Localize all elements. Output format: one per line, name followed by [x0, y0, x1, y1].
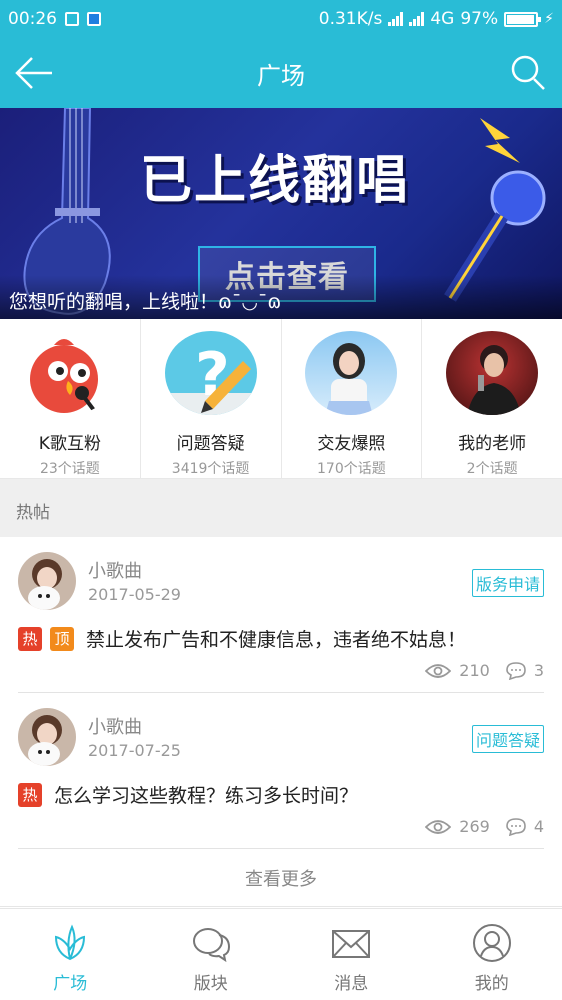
- hot-badge: 热: [18, 782, 42, 807]
- post-title: 禁止发布广告和不健康信息，违者绝不姑息！: [86, 629, 467, 651]
- tab-profile[interactable]: 我的: [422, 909, 562, 1000]
- post-title-line: 热 顶 禁止发布广告和不健康信息，违者绝不姑息！: [18, 625, 466, 652]
- category-name: K歌互粉: [38, 434, 101, 454]
- parrot-icon: [24, 331, 116, 415]
- tab-label: 广场: [53, 974, 88, 994]
- eye-icon: [425, 663, 452, 678]
- tab-boards[interactable]: 版块: [141, 909, 282, 1000]
- search-icon[interactable]: [510, 54, 546, 92]
- comment-icon: [506, 817, 526, 836]
- category-name: 问题答疑: [176, 434, 245, 454]
- post-title-line: 热 怎么学习这些教程？练习多长时间？: [18, 781, 358, 808]
- category-name: 交友爆照: [317, 434, 386, 454]
- category-count: 170个话题: [317, 461, 386, 477]
- eye-icon: [425, 819, 452, 834]
- screenshot-icon: [65, 12, 79, 26]
- post-stats: 269 4: [425, 817, 544, 836]
- category-name: 我的老师: [458, 434, 527, 454]
- status-bar: 00:26 0.31K/s 4G 97% ⚡: [0, 0, 562, 38]
- network-speed: 0.31K/s: [318, 9, 383, 29]
- battery-saver-icon: [87, 12, 101, 26]
- post-card[interactable]: 小歌曲 2017-05-29 版务申请 热 顶 禁止发布广告和不健康信息，违者绝…: [0, 537, 562, 693]
- banner-caption: 您想听的翻唱，上线啦！ɷ¯◡¯ɷ: [0, 275, 562, 319]
- tab-label: 版块: [193, 974, 228, 994]
- tab-label: 消息: [334, 974, 369, 994]
- post-tag[interactable]: 问题答疑: [471, 725, 544, 753]
- tab-label: 我的: [474, 974, 509, 994]
- comment-count: 3: [533, 661, 544, 680]
- status-time: 00:26: [8, 9, 57, 29]
- avatar[interactable]: [18, 708, 76, 766]
- cell-signal-icon: [409, 12, 425, 26]
- photo-thumbnail: [446, 331, 539, 415]
- network-type: 4G: [430, 9, 455, 29]
- page-title: 广场: [257, 61, 305, 90]
- charging-icon: ⚡: [544, 11, 554, 27]
- photo-thumbnail: [305, 331, 398, 415]
- post-stats: 210 3: [425, 661, 544, 680]
- app-bar: 广场: [0, 38, 562, 108]
- hot-posts-header: 热帖: [0, 479, 562, 537]
- promo-banner[interactable]: 已上线翻唱 点击查看 您想听的翻唱，上线啦！ɷ¯◡¯ɷ: [0, 108, 562, 319]
- tab-square[interactable]: 广场: [0, 909, 141, 1000]
- post-date: 2017-05-29: [88, 585, 181, 604]
- comment-count: 4: [533, 817, 544, 836]
- hot-badge: 热: [18, 626, 42, 651]
- banner-headline: 已上线翻唱: [140, 151, 411, 211]
- post-author: 小歌曲: [88, 561, 142, 582]
- post-date: 2017-07-25: [88, 741, 181, 760]
- see-more-button[interactable]: 查看更多: [0, 849, 562, 907]
- battery-icon: [504, 11, 542, 27]
- post-card[interactable]: 小歌曲 2017-07-25 问题答疑 热 怎么学习这些教程？练习多长时间？ 2…: [0, 693, 562, 849]
- arrow-left-icon[interactable]: [14, 54, 54, 92]
- category-grid: K歌互粉 23个话题 ? 问题答疑 3419个话题 交友爆照 170个话题 我的…: [0, 319, 562, 479]
- pinned-badge: 顶: [50, 626, 74, 651]
- comment-icon: [506, 661, 526, 680]
- category-qa[interactable]: ? 问题答疑 3419个话题: [141, 319, 282, 478]
- bottom-tab-bar: 广场 版块 消息 我的: [0, 908, 562, 1000]
- question-icon: ?: [164, 331, 257, 415]
- view-count: 269: [459, 817, 490, 836]
- category-k-song[interactable]: K歌互粉 23个话题: [0, 319, 141, 478]
- envelope-icon: [332, 930, 371, 958]
- view-count: 210: [459, 661, 490, 680]
- category-teacher[interactable]: 我的老师 2个话题: [422, 319, 562, 478]
- user-icon: [472, 924, 511, 962]
- battery-percent: 97%: [460, 9, 499, 29]
- wifi-signal-icon: [388, 12, 404, 26]
- post-author: 小歌曲: [88, 717, 142, 738]
- avatar[interactable]: [18, 552, 76, 610]
- tab-messages[interactable]: 消息: [281, 909, 422, 1000]
- post-title: 怎么学习这些教程？练习多长时间？: [54, 785, 359, 807]
- category-friends[interactable]: 交友爆照 170个话题: [282, 319, 423, 478]
- category-count: 2个话题: [466, 461, 518, 477]
- post-tag[interactable]: 版务申请: [471, 569, 544, 597]
- category-count: 3419个话题: [171, 461, 250, 477]
- chat-bubbles-icon: [192, 928, 230, 963]
- leaf-icon: [55, 924, 86, 961]
- category-count: 23个话题: [39, 461, 100, 477]
